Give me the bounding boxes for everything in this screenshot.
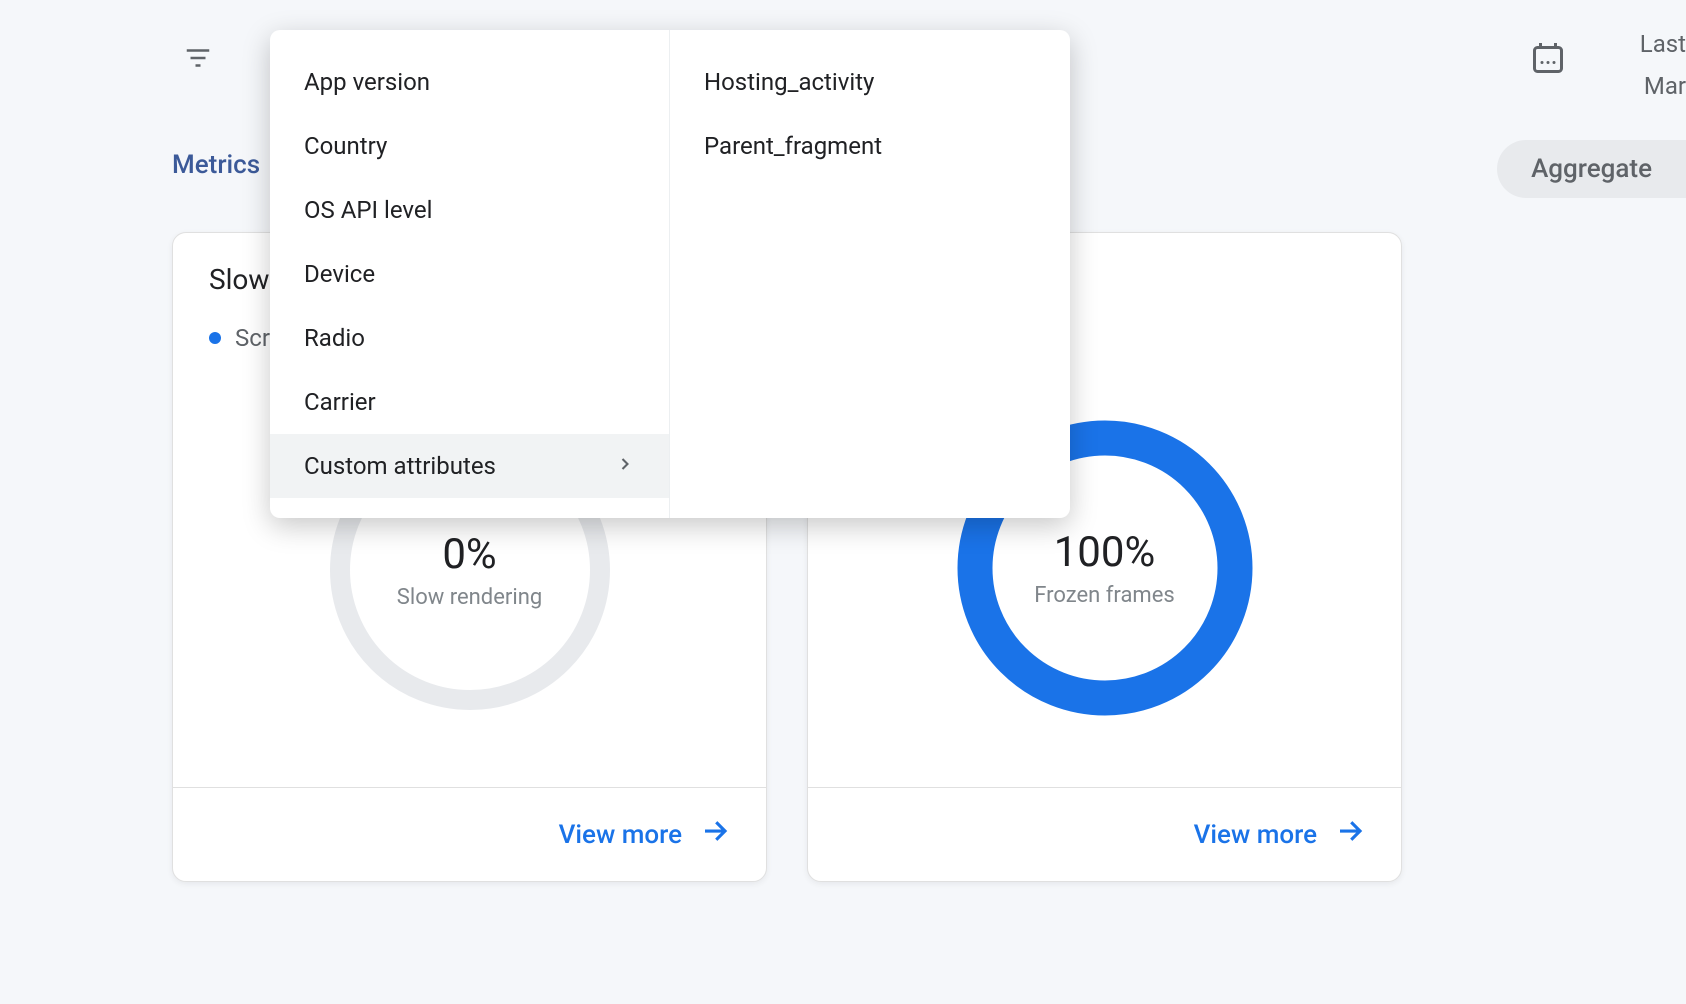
- donut-value: 100%: [1054, 528, 1156, 577]
- donut-value: 0%: [442, 530, 496, 579]
- dropdown-item-device[interactable]: Device: [270, 242, 669, 306]
- dropdown-item-label: App version: [304, 68, 430, 96]
- dropdown-item-label: OS API level: [304, 196, 432, 224]
- dropdown-item-radio[interactable]: Radio: [270, 306, 669, 370]
- legend-label: Scr: [235, 324, 270, 352]
- legend-dot-icon: [209, 332, 221, 344]
- dropdown-item-carrier[interactable]: Carrier: [270, 370, 669, 434]
- card-footer: View more: [808, 787, 1401, 881]
- arrow-right-icon: [1335, 816, 1365, 853]
- filter-dropdown: App version Country OS API level Device …: [270, 30, 1070, 518]
- view-more-button[interactable]: View more: [1194, 816, 1365, 853]
- card-footer: View more: [173, 787, 766, 881]
- dropdown-item-hosting-activity[interactable]: Hosting_activity: [670, 50, 1070, 114]
- dropdown-item-label: Device: [304, 260, 375, 288]
- dropdown-item-country[interactable]: Country: [270, 114, 669, 178]
- toggle-aggregate[interactable]: Aggregate: [1497, 140, 1686, 198]
- dropdown-item-label: Hosting_activity: [704, 68, 874, 96]
- tab-metrics[interactable]: Metrics: [172, 150, 260, 180]
- dropdown-item-parent-fragment[interactable]: Parent_fragment: [670, 114, 1070, 178]
- dropdown-item-label: Custom attributes: [304, 452, 496, 480]
- dropdown-item-label: Parent_fragment: [704, 132, 882, 160]
- view-more-button[interactable]: View more: [559, 816, 730, 853]
- calendar-icon[interactable]: [1530, 40, 1566, 80]
- dropdown-secondary-column: Hosting_activity Parent_fragment: [670, 30, 1070, 518]
- dropdown-item-custom-attributes[interactable]: Custom attributes: [270, 434, 669, 498]
- dropdown-item-label: Radio: [304, 324, 365, 352]
- filter-icon[interactable]: [180, 40, 216, 76]
- donut-label: Frozen frames: [1034, 583, 1174, 608]
- date-range-line2[interactable]: Mar: [1644, 72, 1686, 100]
- card-title: Slow: [209, 263, 269, 296]
- dropdown-item-app-version[interactable]: App version: [270, 50, 669, 114]
- dropdown-primary-column: App version Country OS API level Device …: [270, 30, 670, 518]
- arrow-right-icon: [700, 816, 730, 853]
- chevron-right-icon: [615, 452, 635, 480]
- dropdown-item-label: Country: [304, 132, 387, 160]
- view-more-label: View more: [559, 820, 682, 850]
- date-range-line1[interactable]: Last: [1640, 30, 1686, 58]
- dropdown-item-label: Carrier: [304, 388, 376, 416]
- dropdown-item-os-api-level[interactable]: OS API level: [270, 178, 669, 242]
- view-more-label: View more: [1194, 820, 1317, 850]
- donut-label: Slow rendering: [397, 585, 542, 610]
